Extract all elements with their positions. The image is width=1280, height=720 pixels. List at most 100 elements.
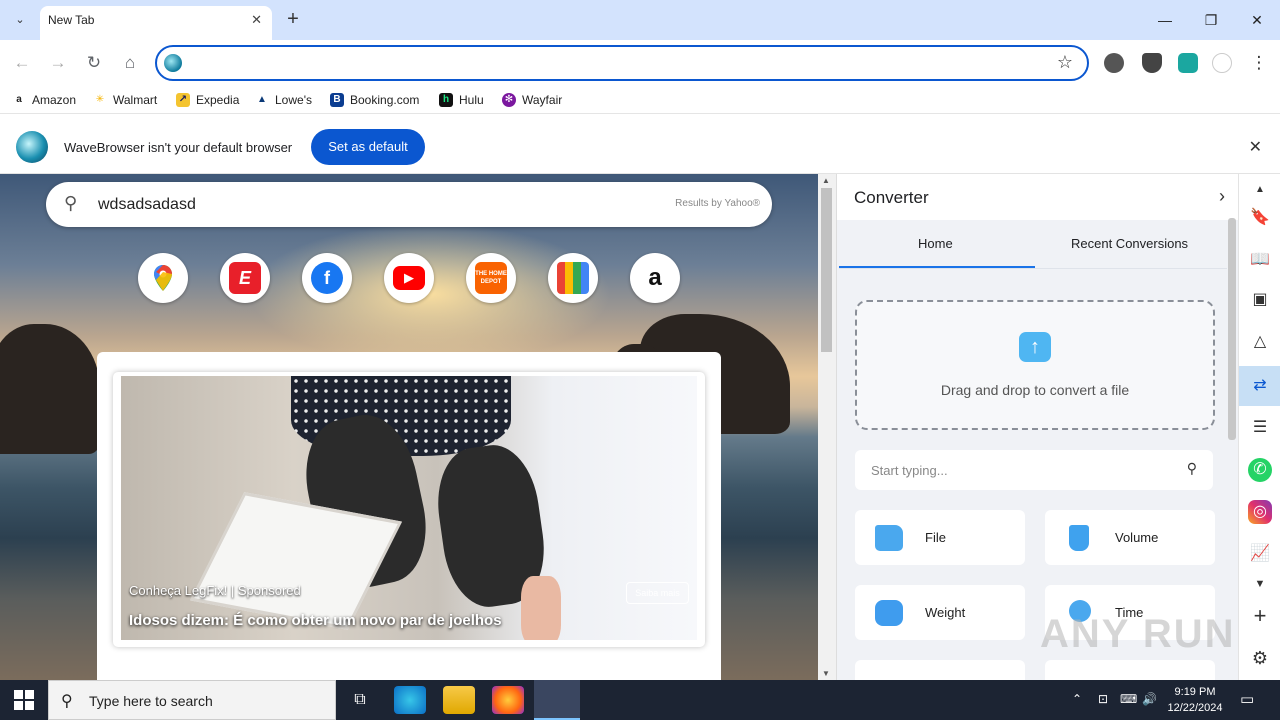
shortcut-facebook[interactable]: f <box>302 253 352 303</box>
category-partial[interactable] <box>855 660 1025 680</box>
bookmark-hulu[interactable]: h Hulu <box>439 90 484 110</box>
infobar-close-icon[interactable]: ✕ <box>1249 137 1262 157</box>
windows-taskbar: ⚲ Type here to search ⧉ ⌃ ⊡ ⌨ 🔊 9:19 PM … <box>0 680 1280 720</box>
set-as-default-button[interactable]: Set as default <box>311 129 425 165</box>
notepad-icon[interactable]: ☰ <box>1248 416 1272 440</box>
reload-icon[interactable]: ↻ <box>82 51 106 75</box>
bookmark-star-icon[interactable]: 🔖 <box>1248 206 1272 230</box>
clock-time: 9:19 PM <box>1174 686 1216 698</box>
scroll-up-icon[interactable]: ▲ <box>1248 178 1272 202</box>
shortcut-espn[interactable]: E <box>220 253 270 303</box>
category-weight[interactable]: Weight <box>855 585 1025 640</box>
bookmark-wayfair[interactable]: ✻ Wayfair <box>502 90 562 110</box>
taskbar-clock[interactable]: 9:19 PM 12/22/2024 <box>1164 684 1226 716</box>
firefox-icon[interactable] <box>492 686 524 714</box>
bookmark-label: Wayfair <box>522 93 563 107</box>
converter-icon[interactable]: ⇄ <box>1248 374 1272 398</box>
new-tab-button[interactable]: + <box>282 8 304 30</box>
bookmark-walmart[interactable]: ✳ Walmart <box>93 90 157 110</box>
scroll-down-icon[interactable]: ▼ <box>822 669 830 678</box>
instagram-icon[interactable]: ◎ <box>1248 500 1272 524</box>
category-file[interactable]: File <box>855 510 1025 565</box>
bookmark-amazon[interactable]: a Amazon <box>12 90 76 110</box>
shortcut-amazon[interactable]: a <box>630 253 680 303</box>
panel-title: Converter <box>854 188 929 207</box>
bookmark-label: Hulu <box>459 93 484 107</box>
add-icon[interactable]: + <box>1248 604 1272 628</box>
settings-gear-icon[interactable]: ⚙ <box>1248 646 1272 670</box>
bookmark-label: Amazon <box>32 93 77 107</box>
category-volume[interactable]: Volume <box>1045 510 1215 565</box>
chevron-down-icon: ⌄ <box>15 14 25 26</box>
bookmark-expedia[interactable]: ↗ Expedia <box>176 90 239 110</box>
shortcut-youtube[interactable]: ▶ <box>384 253 434 303</box>
bookmark-star-icon[interactable]: ☆ <box>1057 52 1073 73</box>
notifications-icon[interactable]: ▭ <box>1240 690 1254 708</box>
tray-wifi-icon[interactable]: ⌨ <box>1120 692 1137 706</box>
panel-scrollbar[interactable] <box>1228 218 1236 440</box>
window-close-button[interactable]: ✕ <box>1242 8 1272 32</box>
whatsapp-icon[interactable]: ✆ <box>1248 458 1272 482</box>
shortcut-shopping[interactable] <box>548 253 598 303</box>
extension-toggle-icon[interactable] <box>1178 53 1198 73</box>
extension-shield-icon[interactable] <box>1142 53 1162 73</box>
shortcut-google-maps[interactable] <box>138 253 188 303</box>
minimize-button[interactable]: — <box>1150 8 1180 32</box>
tray-network-icon[interactable]: ⊡ <box>1098 692 1108 706</box>
ad-frame[interactable]: Conheça LegFix! | Sponsored Idosos dizem… <box>113 372 705 647</box>
ad-title[interactable]: Idosos dizem: É como obter um novo par d… <box>129 612 502 629</box>
clock-date: 12/22/2024 <box>1167 702 1223 714</box>
anyrun-watermark: ANY RUN <box>1040 612 1236 656</box>
bookmark-lowes[interactable]: ▲ Lowe's <box>255 90 312 110</box>
stocks-chart-icon[interactable]: 📈 <box>1248 542 1272 566</box>
chevron-right-icon[interactable]: › <box>1219 186 1225 207</box>
package-icon[interactable]: ▣ <box>1248 288 1272 312</box>
bookmark-booking[interactable]: B Booking.com <box>330 90 419 110</box>
address-bar[interactable]: ☆ <box>155 45 1089 81</box>
taskbar-search[interactable]: ⚲ Type here to search <box>48 680 336 720</box>
forward-icon[interactable]: → <box>46 51 70 75</box>
menu-icon[interactable]: ⋮ <box>1247 51 1271 75</box>
page-scrollbar[interactable]: ▲ ▼ <box>818 174 836 680</box>
reading-list-icon[interactable]: 📖 <box>1248 248 1272 272</box>
home-icon[interactable]: ⌂ <box>118 51 142 75</box>
windows-start-icon[interactable] <box>14 690 34 710</box>
home-depot-icon: THE HOME DEPOT <box>475 262 507 294</box>
espn-icon: E <box>229 262 261 294</box>
extension-layers-icon[interactable] <box>1104 53 1124 73</box>
search-box[interactable]: ⚲ wdsadsadasd Results by Yahoo® <box>46 182 772 227</box>
tab-recent-conversions[interactable]: Recent Conversions <box>1071 236 1188 251</box>
scrollbar-thumb[interactable] <box>821 188 832 352</box>
category-partial[interactable] <box>1045 660 1215 680</box>
taskbar-search-placeholder: Type here to search <box>89 693 213 709</box>
tab-close-icon[interactable]: ✕ <box>251 12 262 28</box>
wayfair-icon: ✻ <box>502 93 516 107</box>
file-explorer-icon[interactable] <box>443 686 475 714</box>
tab-home[interactable]: Home <box>918 236 953 251</box>
tab-new-tab[interactable]: New Tab ✕ <box>40 6 272 40</box>
tray-volume-icon[interactable]: 🔊 <box>1142 692 1157 706</box>
drive-icon[interactable]: △ <box>1248 330 1272 354</box>
toolbar: ← → ↻ ⌂ ☆ ⋮ <box>0 40 1280 86</box>
profile-icon[interactable] <box>1212 53 1232 73</box>
converter-search-input[interactable]: Start typing... ⚲ <box>855 450 1213 490</box>
task-view-icon[interactable]: ⧉ <box>344 686 376 714</box>
wavebrowser-taskbar-icon[interactable] <box>534 680 580 720</box>
scroll-up-icon[interactable]: ▲ <box>822 176 830 185</box>
back-icon[interactable]: ← <box>10 51 34 75</box>
chevron-down-icon[interactable]: ▼ <box>1248 572 1272 596</box>
tab-search-button[interactable]: ⌄ <box>8 8 32 32</box>
ad-cta-button[interactable]: Saiba mais <box>626 582 689 604</box>
search-icon: ⚲ <box>61 693 73 710</box>
file-dropzone[interactable]: ↑ Drag and drop to convert a file <box>855 300 1215 430</box>
shortcut-home-depot[interactable]: THE HOME DEPOT <box>466 253 516 303</box>
maximize-button[interactable]: ❐ <box>1196 8 1226 32</box>
bookmark-label: Lowe's <box>275 93 312 107</box>
search-input[interactable]: wdsadsadasd <box>98 196 196 214</box>
amazon-icon: a <box>12 93 26 107</box>
edge-icon[interactable] <box>394 686 426 714</box>
search-placeholder: Start typing... <box>871 463 948 478</box>
ad-image[interactable]: Conheça LegFix! | Sponsored Idosos dizem… <box>121 376 697 640</box>
tray-chevron-icon[interactable]: ⌃ <box>1072 692 1082 706</box>
sidebar-rail: ▲ 🔖 📖 ▣ △ ⇄ ☰ ✆ ◎ 📈 ▼ + ⚙ <box>1238 174 1280 680</box>
